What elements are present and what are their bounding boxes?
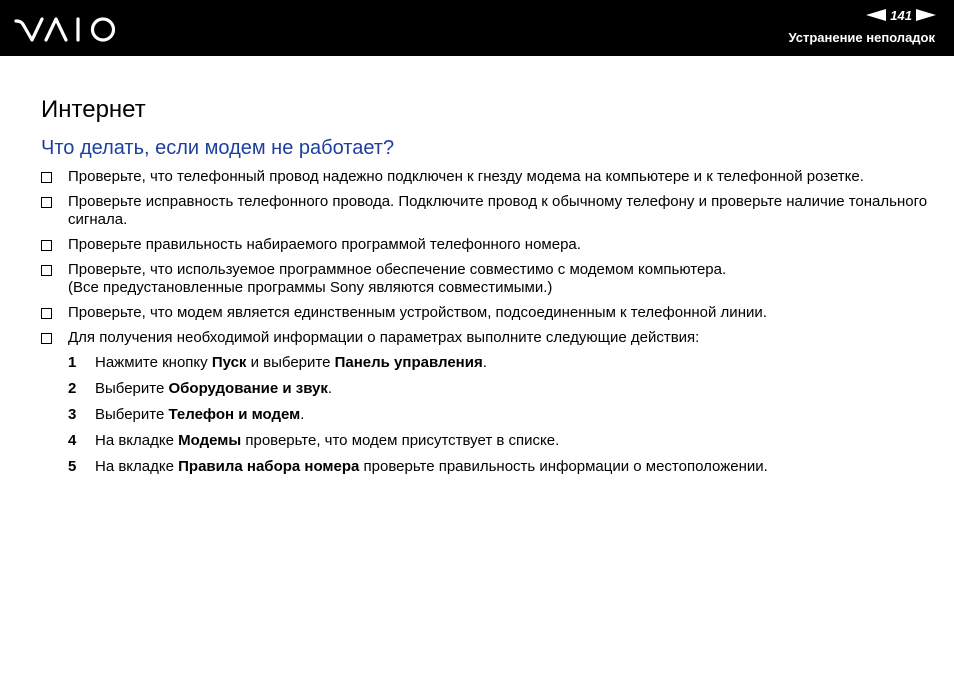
step-item: 3 Выберите Телефон и модем. (68, 406, 305, 423)
header-bar: 141 Устранение неполадок (0, 0, 954, 56)
step-item: 2 Выберите Оборудование и звук. (68, 380, 333, 397)
page-navigation: 141 (866, 7, 936, 23)
checklist-item: Проверьте правильность набираемого прогр… (41, 236, 936, 254)
step-number: 3 (68, 406, 77, 423)
step-number: 1 (68, 354, 77, 371)
step-number: 2 (68, 380, 77, 397)
checklist-item: Проверьте, что используемое программное … (41, 261, 936, 297)
page-number: 141 (890, 7, 912, 23)
step-list: 1 Нажмите кнопку Пуск и выберите Панель … (68, 354, 936, 476)
checklist-item: Проверьте, что телефонный провод надежно… (41, 168, 936, 186)
next-page-arrow-icon[interactable] (916, 9, 936, 21)
page-title: Интернет (41, 96, 146, 123)
checkbox-icon (41, 197, 52, 208)
question-heading: Что делать, если модем не работает? (41, 137, 395, 159)
checkbox-icon (41, 333, 52, 344)
step-item: 4 На вкладке Модемы проверьте, что модем… (68, 432, 560, 449)
vaio-logo (14, 17, 116, 42)
checkbox-icon (41, 240, 52, 251)
step-item: 5 На вкладке Правила набора номера прове… (68, 458, 768, 475)
checklist-item: Для получения необходимой информации о п… (41, 329, 936, 347)
checklist-note: (Все предустановленные программы Sony яв… (68, 279, 553, 296)
previous-page-arrow-icon[interactable] (866, 9, 887, 21)
step-item: 1 Нажмите кнопку Пуск и выберите Панель … (68, 354, 487, 371)
section-title: Устранение неполадок (788, 30, 935, 45)
checklist-item: Проверьте исправность телефонного провод… (41, 193, 936, 229)
checkbox-icon (41, 265, 52, 276)
main-content: Интернет Что делать, если модем не работ… (41, 96, 936, 484)
checklist-item: Проверьте, что модем является единственн… (41, 304, 936, 322)
step-number: 5 (68, 458, 77, 475)
checkbox-icon (41, 172, 52, 183)
checkbox-icon (41, 308, 52, 319)
step-number: 4 (68, 432, 77, 449)
checklist: Проверьте, что телефонный провод надежно… (41, 168, 936, 347)
